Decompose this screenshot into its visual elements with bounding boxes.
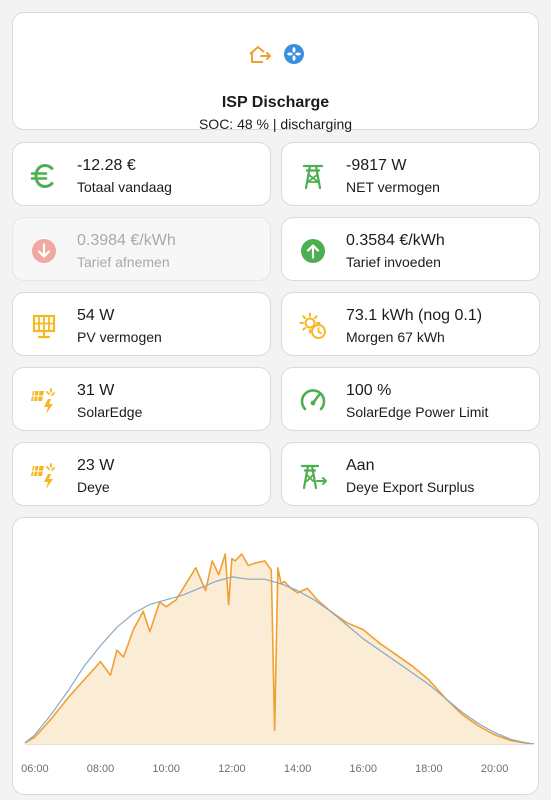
tile-solaredge-power-limit[interactable]: 100 % SolarEdge Power Limit <box>281 367 540 431</box>
tile-label: NET vermogen <box>346 179 440 195</box>
tile-label: PV vermogen <box>77 329 162 345</box>
tile-value: 100 % <box>346 382 392 399</box>
tile-value: -12.28 € <box>77 157 136 174</box>
x-tick-label: 16:00 <box>349 763 377 775</box>
tile-tarief-afnemen[interactable]: 0.3984 €/kWh Tarief afnemen <box>12 217 271 281</box>
tile-deye-export-surplus[interactable]: Aan Deye Export Surplus <box>281 442 540 506</box>
tile-label: Totaal vandaag <box>77 179 172 195</box>
tile-label: Deye Export Surplus <box>346 479 475 495</box>
tile-label: Deye <box>77 479 110 495</box>
tile-value: 0.3984 €/kWh <box>77 232 176 249</box>
gauge-icon <box>298 386 328 416</box>
header-title: ISP Discharge <box>221 94 330 111</box>
solar-power-icon <box>29 461 59 491</box>
euro-icon <box>29 161 59 191</box>
tile-net-vermogen[interactable]: -9817 W NET vermogen <box>281 142 540 206</box>
tile-value: 54 W <box>77 307 115 324</box>
tile-label: Morgen 67 kWh <box>346 329 445 345</box>
tile-value: 23 W <box>77 457 115 474</box>
header-subtitle: SOC: 48 % | discharging <box>198 116 353 132</box>
tile-label: Tarief afnemen <box>77 254 170 270</box>
chart-x-ticks: 06:00 08:00 10:00 12:00 14:00 16:00 18:00 20:00 <box>21 763 508 775</box>
arrow-down-circle-icon <box>29 236 59 266</box>
transmission-tower-icon <box>298 161 328 191</box>
solar-production-chart-card[interactable]: 06:00 08:00 10:00 12:00 14:00 16:00 18:00 20:00 <box>12 517 539 795</box>
x-tick-label: 06:00 <box>21 763 49 775</box>
tile-label: Tarief invoeden <box>346 254 441 270</box>
x-tick-label: 08:00 <box>87 763 115 775</box>
battery-status-card[interactable]: ISP Discharge SOC: 48 % | discharging <box>12 12 539 132</box>
chart-series-group <box>24 553 535 745</box>
tile-tarief-invoeden[interactable]: 0.3584 €/kWh Tarief invoeden <box>281 217 540 281</box>
tile-solaredge[interactable]: 31 W SolarEdge <box>12 367 271 431</box>
tile-value: 31 W <box>77 382 115 399</box>
tile-forecast[interactable]: 73.1 kWh (nog 0.1) Morgen 67 kWh <box>281 292 540 356</box>
tile-value: -9817 W <box>346 157 407 174</box>
header-icon-row <box>13 43 538 65</box>
home-export-icon <box>248 46 271 63</box>
tile-label: SolarEdge <box>77 404 143 420</box>
tile-value: 0.3584 €/kWh <box>346 232 445 249</box>
arrow-up-circle-icon <box>298 236 328 266</box>
fan-icon <box>283 44 304 64</box>
tile-value: Aan <box>346 457 375 474</box>
x-tick-label: 20:00 <box>481 763 509 775</box>
tile-deye[interactable]: 23 W Deye <box>12 442 271 506</box>
solar-power-icon <box>29 386 59 416</box>
tile-label: SolarEdge Power Limit <box>346 404 489 420</box>
tile-totaal-vandaag[interactable]: -12.28 € Totaal vandaag <box>12 142 271 206</box>
transmission-tower-export-icon <box>298 461 328 491</box>
solar-panel-icon <box>29 311 59 341</box>
tile-value: 73.1 kWh (nog 0.1) <box>346 307 483 324</box>
x-tick-label: 14:00 <box>284 763 312 775</box>
weather-sunny-clock-icon <box>298 311 328 341</box>
solar-production-chart: 06:00 08:00 10:00 12:00 14:00 16:00 18:00 20:00 <box>21 553 535 775</box>
series-0-area <box>25 554 534 744</box>
x-tick-label: 18:00 <box>415 763 443 775</box>
x-tick-label: 10:00 <box>152 763 180 775</box>
x-tick-label: 12:00 <box>218 763 246 775</box>
tile-pv-vermogen[interactable]: 54 W PV vermogen <box>12 292 271 356</box>
